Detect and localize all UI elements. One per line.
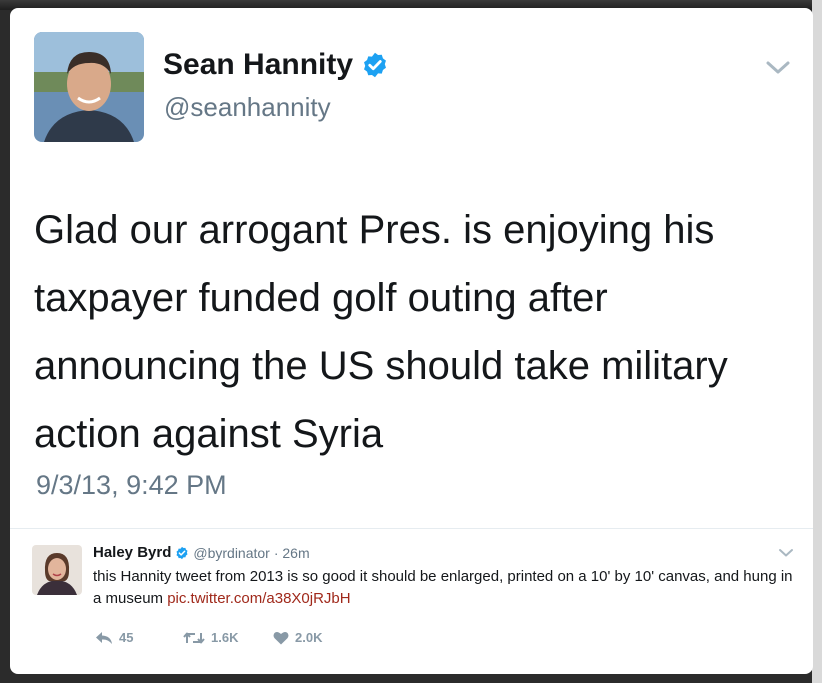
like-button[interactable]: 2.0K	[273, 630, 322, 645]
reply-author-handle[interactable]: @byrdinator	[193, 545, 269, 561]
tweet-timestamp[interactable]: 9/3/13, 9:42 PM	[36, 470, 227, 501]
chevron-down-icon[interactable]	[778, 545, 794, 563]
reply-count: 45	[119, 630, 134, 645]
chevron-down-icon[interactable]	[765, 60, 791, 81]
verified-badge-icon	[361, 51, 389, 79]
reply-actions: 45 1.6K 2.0K	[95, 630, 322, 645]
heart-icon	[273, 631, 289, 644]
retweet-icon	[183, 632, 205, 643]
tweet-text: Glad our arrogant Pres. is enjoying his …	[34, 208, 728, 456]
reply-text: this Hannity tweet from 2013 is so good …	[93, 566, 793, 610]
reply-icon	[96, 631, 112, 644]
reply-author-name[interactable]: Haley Byrd	[93, 544, 171, 561]
divider	[10, 528, 813, 529]
reply-author-avatar[interactable]	[32, 545, 82, 595]
background-side-strip	[812, 0, 822, 683]
retweet-button[interactable]: 1.6K	[183, 630, 273, 645]
verified-badge-icon	[175, 546, 189, 560]
reply-button[interactable]: 45	[95, 630, 183, 645]
retweet-count: 1.6K	[211, 630, 239, 645]
reply-timestamp[interactable]: · 26m	[274, 545, 310, 561]
author-avatar[interactable]	[34, 32, 144, 142]
tweet-card: Sean Hannity @seanhannity Glad our arrog…	[10, 8, 813, 674]
author-name-row[interactable]: Sean Hannity	[163, 48, 389, 82]
reply-header: Haley Byrd @byrdinator · 26m	[93, 544, 310, 561]
like-count: 2.0K	[295, 630, 323, 645]
reply-media-link[interactable]: pic.twitter.com/a38X0jRJbH	[167, 590, 350, 607]
author-name[interactable]: Sean Hannity	[163, 48, 353, 82]
author-handle[interactable]: @seanhannity	[164, 92, 331, 123]
